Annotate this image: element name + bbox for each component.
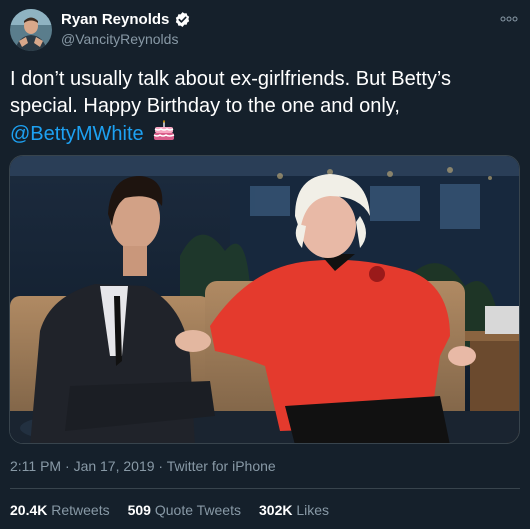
more-options-icon[interactable] (500, 12, 518, 26)
quote-tweets-count: 509 (127, 502, 151, 518)
tweet-source[interactable]: Twitter for iPhone (167, 458, 276, 474)
mention-link[interactable]: @BettyMWhite (10, 123, 144, 145)
birthday-cake-emoji (153, 120, 175, 150)
tweet-text: I don’t usually talk about ex-girlfriend… (10, 66, 515, 150)
engagement-stats: 20.4K Retweets 509 Quote Tweets 302K Lik… (10, 502, 329, 518)
avatar[interactable] (10, 9, 52, 51)
tweet-photo[interactable] (9, 155, 520, 444)
verified-badge-icon (174, 11, 191, 28)
retweets-stat[interactable]: 20.4K Retweets (10, 502, 110, 518)
tweet-date[interactable]: Jan 17, 2019 (74, 458, 155, 474)
likes-count: 302K (259, 502, 293, 518)
tweet-meta: 2:11 PM · Jan 17, 2019 · Twitter for iPh… (10, 458, 276, 474)
divider (10, 488, 520, 489)
retweets-label: Retweets (51, 502, 110, 518)
quote-tweets-label: Quote Tweets (154, 502, 241, 518)
likes-label: Likes (296, 502, 330, 518)
meta-separator: · (65, 458, 70, 474)
author-name-row: Ryan Reynolds (61, 11, 191, 28)
quote-tweets-stat[interactable]: 509 Quote Tweets (128, 502, 241, 518)
meta-separator: · (158, 458, 164, 474)
retweets-count: 20.4K (10, 502, 48, 518)
tweet-time[interactable]: 2:11 PM (10, 458, 61, 474)
tweet-card: Ryan Reynolds @VancityReynolds I don’t u… (0, 0, 530, 529)
likes-stat[interactable]: 302K Likes (259, 502, 329, 518)
handle[interactable]: @VancityReynolds (61, 31, 178, 47)
tweet-body: I don’t usually talk about ex-girlfriend… (10, 68, 451, 117)
display-name[interactable]: Ryan Reynolds (61, 11, 169, 28)
